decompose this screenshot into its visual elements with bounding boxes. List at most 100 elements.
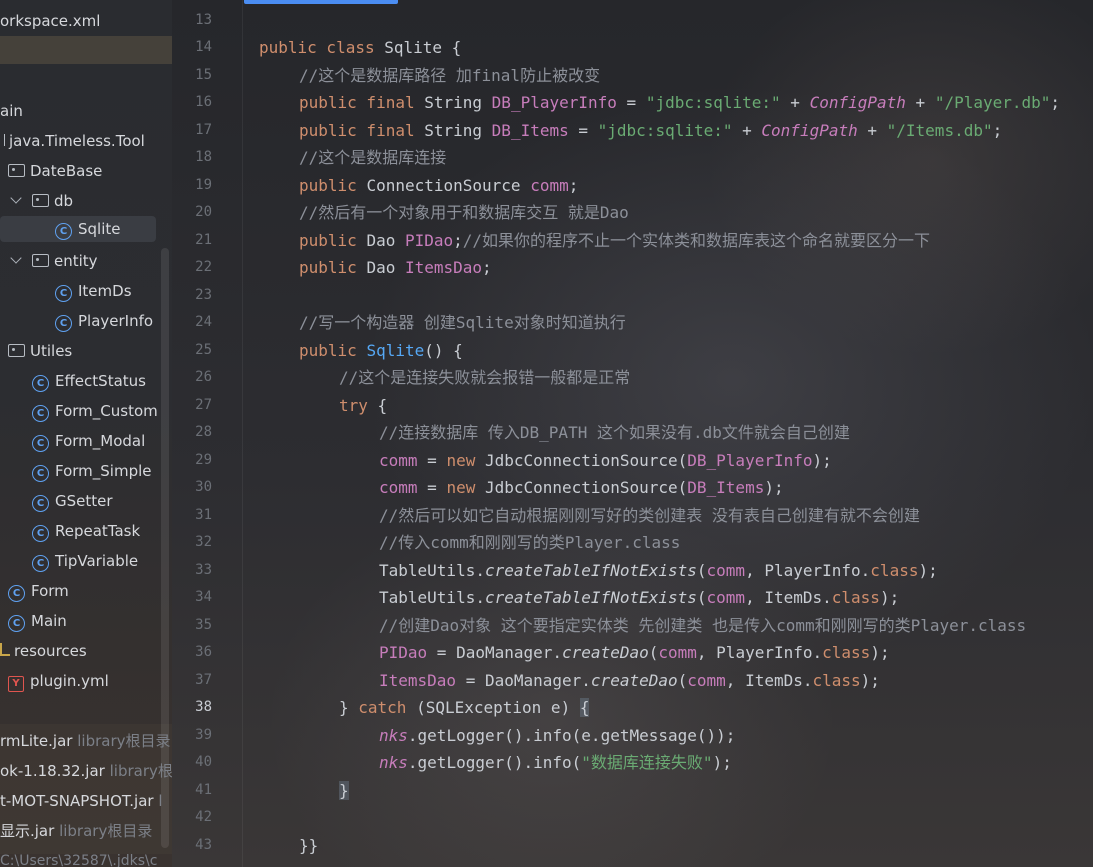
tree-item-datebase[interactable]: DateBase — [8, 158, 102, 184]
line-number[interactable]: 28 — [172, 419, 212, 446]
line-number[interactable]: 24 — [172, 309, 212, 336]
line-number[interactable]: 27 — [172, 392, 212, 419]
code-line[interactable]: public ConnectionSource comm; — [259, 172, 578, 199]
package-icon — [0, 134, 5, 146]
line-number[interactable]: 17 — [172, 117, 212, 144]
tree-item-itemds[interactable]: C ItemDs — [55, 278, 132, 304]
line-number[interactable]: 39 — [172, 722, 212, 749]
tree-item-entity[interactable]: entity — [8, 248, 98, 274]
code-line[interactable]: //这个是数据库路径 加final防止被改变 — [259, 62, 600, 89]
code-line[interactable]: public Dao ItemsDao; — [259, 254, 492, 281]
code-line[interactable]: TableUtils.createTableIfNotExists(comm, … — [259, 557, 938, 584]
code-line[interactable]: public Sqlite() { — [259, 337, 463, 364]
library-item[interactable]: 显示.jar library根目录 — [0, 818, 152, 844]
class-icon: C — [8, 615, 25, 632]
line-number[interactable]: 31 — [172, 502, 212, 529]
line-number[interactable]: 19 — [172, 172, 212, 199]
tree-item-form[interactable]: C Form — [8, 578, 69, 604]
line-number[interactable]: 43 — [172, 832, 212, 859]
code-line[interactable]: nks.getLogger().info(e.getMessage()); — [259, 722, 735, 749]
line-number[interactable]: 36 — [172, 639, 212, 666]
code-line[interactable]: comm = new JdbcConnectionSource(DB_Playe… — [259, 447, 832, 474]
line-number[interactable]: 29 — [172, 447, 212, 474]
tree-item-resources[interactable]: resources — [0, 638, 87, 664]
tree-item-db[interactable]: db — [8, 188, 73, 214]
line-number[interactable]: 26 — [172, 364, 212, 391]
tree-item-effectstatus[interactable]: C EffectStatus — [32, 368, 146, 394]
line-number[interactable]: 22 — [172, 254, 212, 281]
tree-item-sqlite[interactable]: C Sqlite — [0, 216, 156, 242]
tree-item-package[interactable]: java.Timeless.Tool — [0, 128, 145, 154]
tree-item-form-modal[interactable]: C Form_Modal — [32, 428, 145, 454]
code-line[interactable]: public final String DB_PlayerInfo = "jdb… — [259, 89, 1060, 116]
code-line-current[interactable]: } catch (SQLException e) { — [259, 694, 590, 721]
code-line[interactable]: nks.getLogger().info("数据库连接失败"); — [259, 749, 732, 776]
code-line[interactable]: //连接数据库 传入DB_PATH 这个如果没有.db文件就会自己创建 — [259, 419, 850, 446]
class-icon: C — [8, 585, 25, 602]
line-number[interactable]: 35 — [172, 612, 212, 639]
tree-highlight-bar — [0, 36, 172, 64]
line-number[interactable]: 18 — [172, 144, 212, 171]
library-item[interactable]: rmLite.jar library根目录 — [0, 728, 171, 754]
jdk-item[interactable]: C:\Users\32587\.jdks\c — [0, 848, 157, 867]
tree-item-form-simple[interactable]: C Form_Simple — [32, 458, 152, 484]
code-line[interactable]: ItemsDao = DaoManager.createDao(comm, It… — [259, 667, 880, 694]
code-line[interactable]: try { — [259, 392, 387, 419]
gutter-separator — [242, 0, 243, 867]
code-line[interactable]: } — [259, 777, 349, 804]
code-line[interactable]: //这个是数据库连接 — [259, 144, 446, 171]
tree-item-tipvariable[interactable]: C TipVariable — [32, 548, 138, 574]
class-icon: C — [32, 555, 49, 572]
code-line[interactable]: public Dao PIDao;//如果你的程序不止一个实体类和数据库表这个命… — [259, 227, 930, 254]
tree-item-repeattask[interactable]: C RepeatTask — [32, 518, 140, 544]
chevron-down-icon[interactable] — [10, 252, 22, 264]
code-line[interactable]: }} — [259, 832, 318, 859]
code-line[interactable]: public class Sqlite { — [259, 34, 461, 61]
chevron-down-icon[interactable] — [10, 192, 22, 204]
code-line[interactable]: //传入comm和刚刚写的类Player.class — [259, 529, 680, 556]
class-icon: C — [55, 223, 72, 240]
line-number[interactable]: 25 — [172, 337, 212, 364]
code-line[interactable]: //然后有一个对象用于和数据库交互 就是Dao — [259, 199, 629, 226]
code-line[interactable]: TableUtils.createTableIfNotExists(comm, … — [259, 584, 899, 611]
code-line[interactable]: //创建Dao对象 这个要指定实体类 先创建类 也是传入comm和刚刚写的类Pl… — [259, 612, 1026, 639]
line-number[interactable]: 32 — [172, 529, 212, 556]
folder-icon — [32, 254, 49, 267]
class-icon: C — [55, 285, 72, 302]
tree-item-utiles[interactable]: Utiles — [8, 338, 72, 364]
line-number[interactable]: 13 — [172, 7, 212, 34]
line-number[interactable]: 15 — [172, 62, 212, 89]
tree-item-playerinfo[interactable]: C PlayerInfo — [55, 308, 153, 334]
line-number[interactable]: 37 — [172, 667, 212, 694]
code-line[interactable]: comm = new JdbcConnectionSource(DB_Items… — [259, 474, 784, 501]
code-line[interactable]: PIDao = DaoManager.createDao(comm, Playe… — [259, 639, 890, 666]
tree-item-workspace-xml[interactable]: orkspace.xml — [0, 8, 100, 34]
class-icon: C — [55, 315, 72, 332]
tree-item-form-custom[interactable]: C Form_Custom — [32, 398, 158, 424]
library-item[interactable]: t-MOT-SNAPSHOT.jar l — [0, 788, 163, 814]
line-number-current[interactable]: 38 — [172, 694, 212, 721]
code-line[interactable]: public final String DB_Items = "jdbc:sql… — [259, 117, 1002, 144]
line-number[interactable]: 14 — [172, 34, 212, 61]
line-number[interactable]: 40 — [172, 749, 212, 776]
line-number[interactable]: 16 — [172, 89, 212, 116]
folder-icon — [32, 194, 49, 207]
line-number[interactable]: 33 — [172, 557, 212, 584]
line-number[interactable]: 34 — [172, 584, 212, 611]
line-number[interactable]: 23 — [172, 282, 212, 309]
tree-item-main-class[interactable]: C Main — [8, 608, 67, 634]
tree-item-plugin-yml[interactable]: Yplugin.yml — [8, 668, 109, 694]
code-editor[interactable]: 13 14 15 16 17 18 19 20 21 22 23 24 25 2… — [172, 0, 1093, 867]
line-number[interactable]: 30 — [172, 474, 212, 501]
line-number[interactable]: 21 — [172, 227, 212, 254]
line-number[interactable]: 42 — [172, 804, 212, 831]
library-item[interactable]: ok-1.18.32.jar library根目 — [0, 758, 172, 784]
code-line[interactable]: //然后可以如它自动根据刚刚写好的类创建表 没有表自己创建有就不会创建 — [259, 502, 920, 529]
project-tree-panel: orkspace.xml ain java.Timeless.Tool Date… — [0, 0, 172, 867]
line-number[interactable]: 20 — [172, 199, 212, 226]
tree-item-gsetter[interactable]: C GSetter — [32, 488, 113, 514]
code-line[interactable]: //写一个构造器 创建Sqlite对象时知道执行 — [259, 309, 626, 336]
code-line[interactable]: //这个是连接失败就会报错一般都是正常 — [259, 364, 630, 391]
tree-item-main[interactable]: ain — [0, 98, 23, 124]
line-number[interactable]: 41 — [172, 777, 212, 804]
